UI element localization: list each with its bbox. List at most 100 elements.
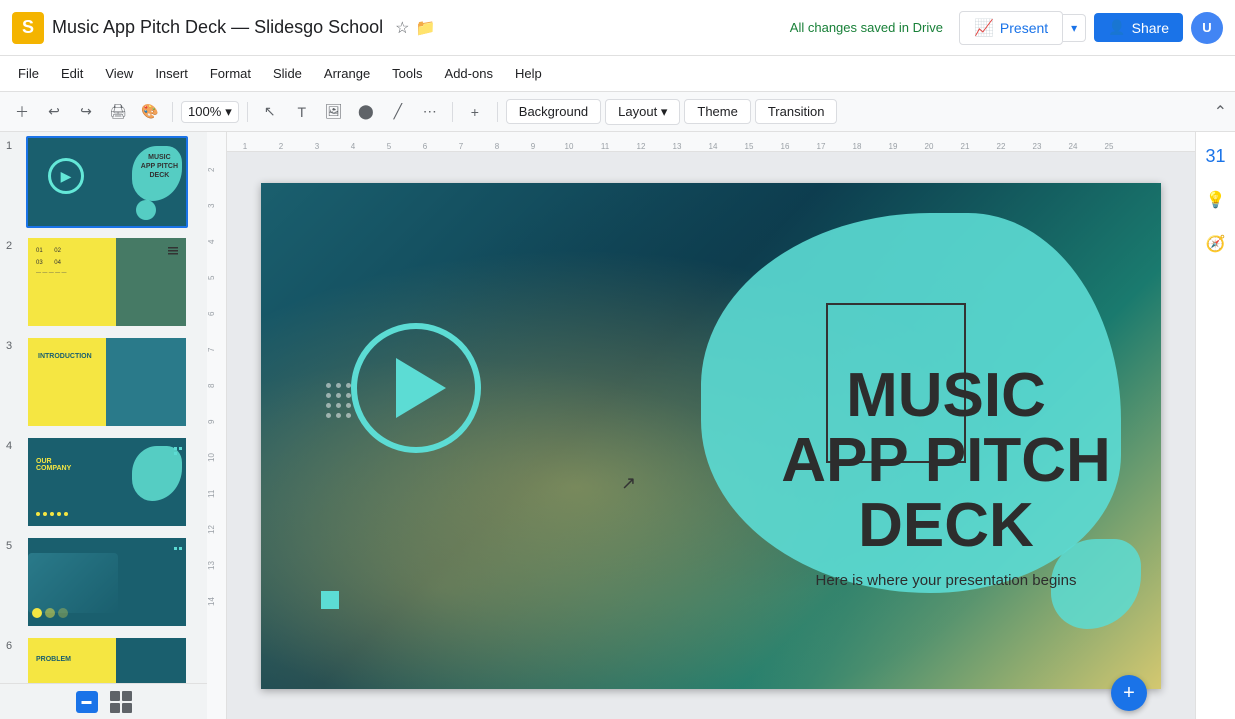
tick-6: 6 [407,142,443,151]
tick-18: 18 [839,142,875,151]
calendar-icon[interactable]: 31 [1200,140,1232,172]
more-tools[interactable]: ⋯ [416,98,444,126]
tick-13: 13 [659,142,695,151]
tick-1: 1 [227,142,263,151]
present-button[interactable]: 📈 Present [959,11,1063,45]
ruler-vertical: 2 3 4 5 6 7 8 9 10 11 12 13 14 [207,152,227,719]
grid-cell-3 [110,703,120,713]
s5-dot-1 [32,608,42,618]
folder-icon[interactable]: 📁 [416,18,436,38]
paint-format-button[interactable]: 🎨 [136,98,164,126]
add-element[interactable]: + [461,98,489,126]
s6-label: PROBLEM [36,656,71,663]
tick-9: 9 [515,142,551,151]
tick-16: 16 [767,142,803,151]
slide-title: MUSIC APP PITCH DECK [781,363,1111,558]
ruler-horizontal: 1 2 3 4 5 6 7 8 9 10 11 12 13 14 15 16 1 [227,132,1195,151]
zoom-dropdown-icon: ▾ [225,104,232,120]
slide-num-1: 1 [6,136,22,152]
ruler-row: 1 2 3 4 5 6 7 8 9 10 11 12 13 14 15 16 1 [207,132,1195,152]
compass-icon[interactable]: 🧭 [1200,228,1232,260]
tick-11: 11 [587,142,623,151]
separator-2 [247,102,248,122]
menu-file[interactable]: File [8,62,49,85]
menu-edit[interactable]: Edit [51,62,93,85]
s5-expand-icon [174,542,182,560]
slide-square-decoration [321,591,339,609]
menu-help[interactable]: Help [505,62,552,85]
slide-thumb-1: ▶ MUSICAPP PITCHDECK [26,136,188,228]
theme-button[interactable]: Theme [684,99,750,124]
vtick-6: 6 [207,296,216,332]
slide-num-6: 6 [6,636,22,652]
vtick-8: 8 [207,368,216,404]
grid-cell-4 [122,703,132,713]
slide-item-2[interactable]: 2 0102 0304 — — — — — [0,232,207,332]
ruler-corner [207,132,227,152]
decoration-dots [326,383,351,418]
line-tool[interactable]: ╱ [384,98,412,126]
collapse-toolbar-button[interactable]: ⌃ [1214,102,1227,122]
lightbulb-icon[interactable]: 💡 [1200,184,1232,216]
print-button[interactable]: 🖨 [104,98,132,126]
transition-button[interactable]: Transition [755,99,838,124]
grid-view-icon[interactable] [110,691,132,713]
slide-item-4[interactable]: 4 OURCOMPANY [0,432,207,532]
image-tool[interactable]: 🖼 [320,98,348,126]
star-icon[interactable]: ☆ [395,18,409,38]
tick-15: 15 [731,142,767,151]
vtick-12: 12 [207,512,216,548]
select-tool[interactable]: ↖ [256,98,284,126]
menu-slide[interactable]: Slide [263,62,312,85]
menu-view[interactable]: View [95,62,143,85]
slide-item-1[interactable]: 1 ▶ MUSICAPP PITCHDECK [0,132,207,232]
slide-subtitle: Here is where your presentation begins [781,572,1111,589]
slide-item-3[interactable]: 3 INTRODUCTION [0,332,207,432]
present-dropdown[interactable]: ▾ [1063,14,1086,42]
redo-button[interactable]: ↪ [72,98,100,126]
s4-dots [36,512,68,516]
single-view-icon[interactable]: ▬ [76,691,98,713]
slide-thumb-content-4: OURCOMPANY [28,438,186,526]
tick-10: 10 [551,142,587,151]
tick-5: 5 [371,142,407,151]
canvas-with-ruler: 2 3 4 5 6 7 8 9 10 11 12 13 14 [207,152,1195,719]
tick-8: 8 [479,142,515,151]
tick-17: 17 [803,142,839,151]
menu-arrange[interactable]: Arrange [314,62,380,85]
app-icon: S [12,12,44,44]
slide-thumb-4: OURCOMPANY [26,436,188,528]
slide-num-5: 5 [6,536,22,552]
s1-title-text: MUSICAPP PITCHDECK [141,153,178,180]
slides-panel: 1 ▶ MUSICAPP PITCHDECK 2 [0,132,207,719]
layout-button[interactable]: Layout ▾ [605,99,680,125]
tick-20: 20 [911,142,947,151]
avatar[interactable]: U [1191,12,1223,44]
dot-1 [36,512,40,516]
zoom-value: 100% [188,104,221,119]
share-button[interactable]: 👤 Share [1094,13,1183,42]
slide-item-5[interactable]: 5 [0,532,207,632]
text-tool[interactable]: T [288,98,316,126]
slide-canvas[interactable]: MUSIC APP PITCH DECK Here is where your … [227,152,1195,719]
menu-insert[interactable]: Insert [145,62,198,85]
background-button[interactable]: Background [506,99,601,124]
title-icons: ☆ 📁 [395,18,435,38]
vtick-14: 14 [207,584,216,620]
menu-format[interactable]: Format [200,62,261,85]
shape-tool[interactable]: ⬤ [352,98,380,126]
zoom-control[interactable]: 100% ▾ [181,101,239,123]
slide-thumb-content-2: 0102 0304 — — — — — [28,238,186,326]
add-button[interactable]: ＋ [8,98,36,126]
slide-play-button [351,323,481,453]
floating-action-button[interactable]: + [1111,675,1147,711]
doc-title: Music App Pitch Deck — Slidesgo School [52,17,383,38]
slide-thumb-5 [26,536,188,628]
menu-tools[interactable]: Tools [382,62,432,85]
s1-play: ▶ [48,158,84,194]
right-sidebar: 31 💡 🧭 [1195,132,1235,719]
tick-21: 21 [947,142,983,151]
undo-button[interactable]: ↩ [40,98,68,126]
s5-background [28,538,186,626]
menu-addons[interactable]: Add-ons [435,62,503,85]
